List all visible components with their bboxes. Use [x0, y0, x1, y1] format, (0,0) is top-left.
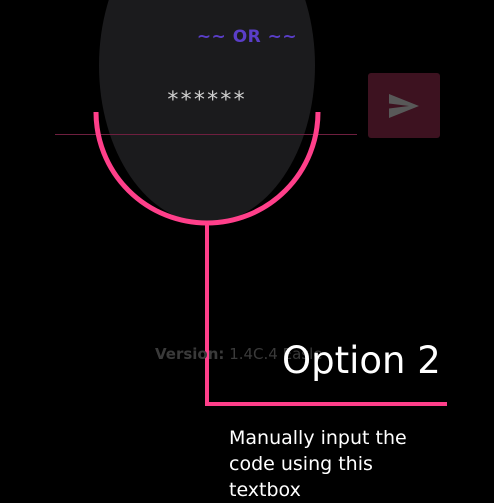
annotation-title: Option 2: [282, 339, 441, 382]
version-label: Version:: [155, 345, 225, 363]
annotation-description: Manually input the code using this textb…: [229, 427, 407, 501]
